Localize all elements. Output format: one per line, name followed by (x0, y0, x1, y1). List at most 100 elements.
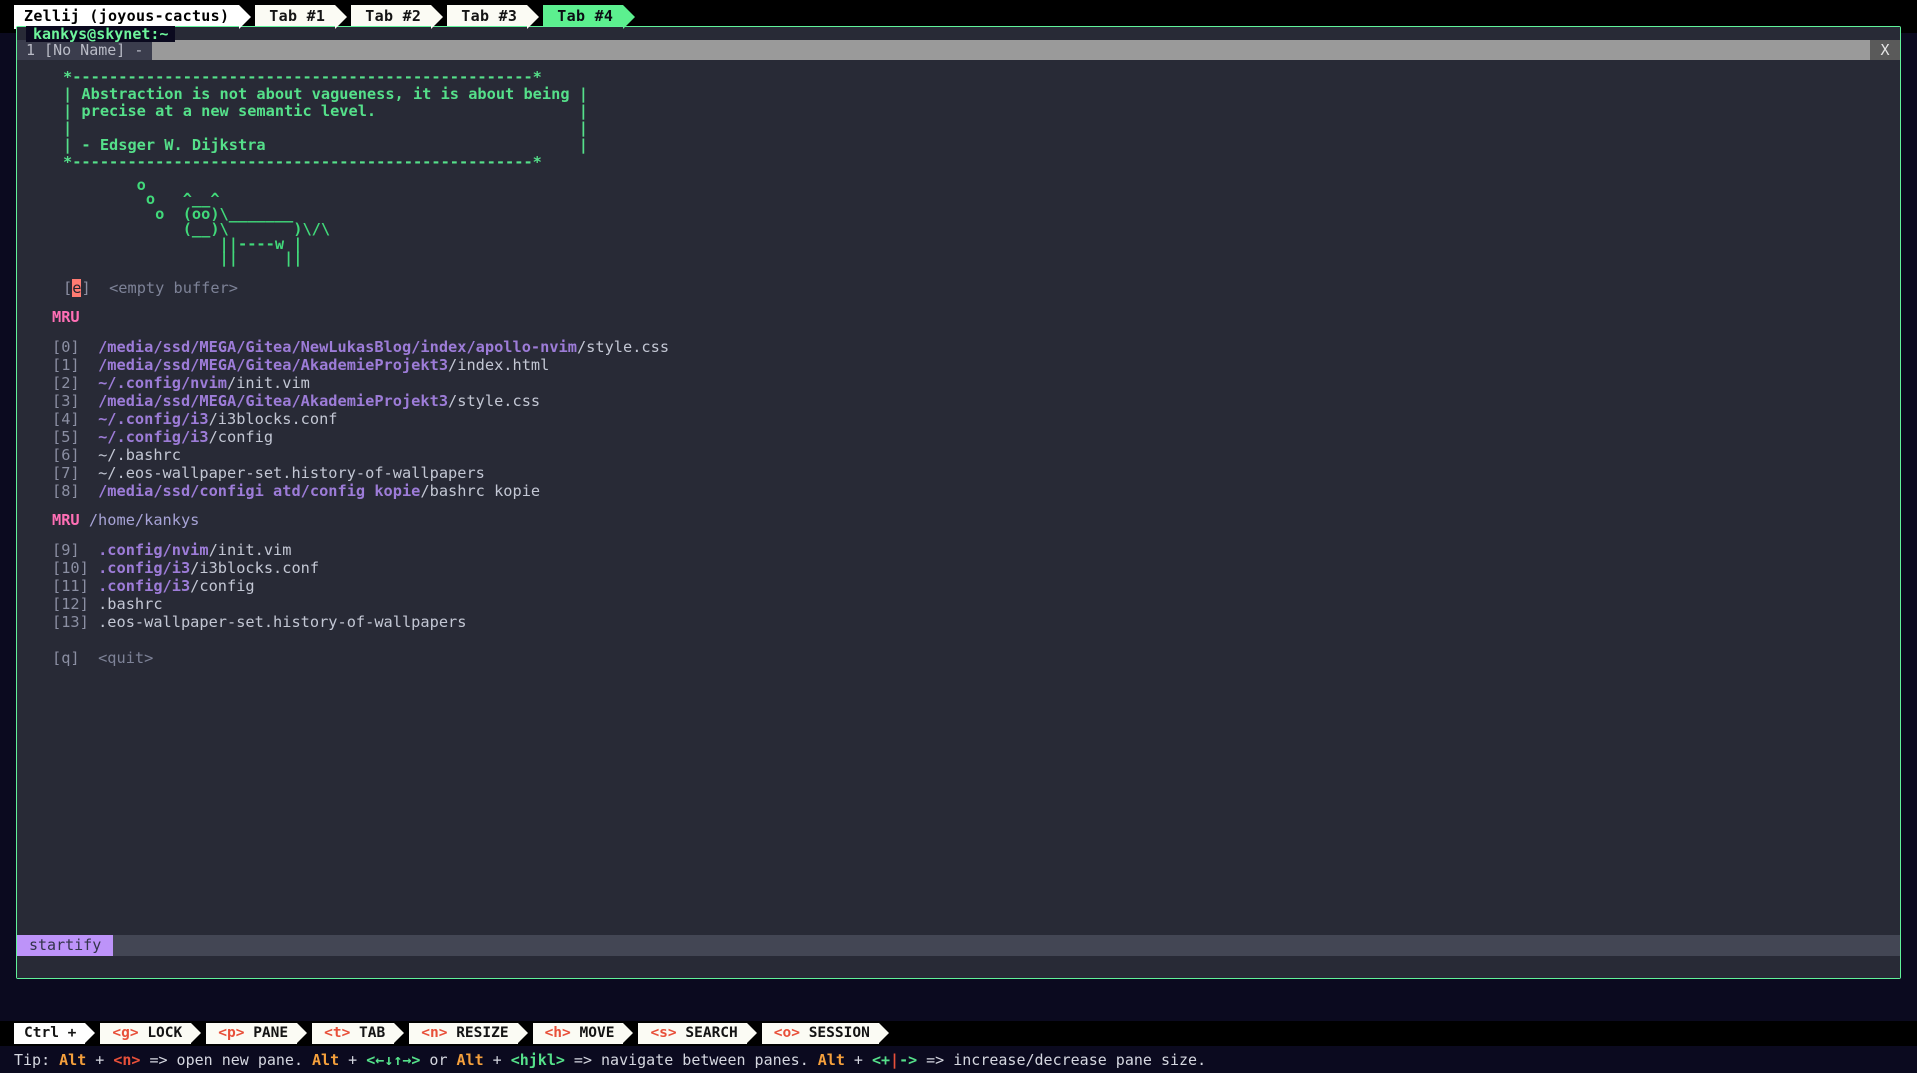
mru-heading-2-label: MRU (52, 511, 80, 529)
mru-entry-4-file: /i3blocks.conf (209, 410, 338, 428)
buffer-line-filler (152, 40, 1870, 60)
zellij-mode-move[interactable]: <h> MOVE (533, 1023, 624, 1044)
mru-heading-2: MRU /home/kankys (52, 513, 199, 528)
zellij-mode-tab[interactable]: <t> TAB (312, 1023, 394, 1044)
mru-entry-13-index: [13] (52, 613, 89, 631)
zellij-tab-4[interactable]: Tab #4 (543, 5, 623, 29)
mru-entry-9[interactable]: [9] .config/nvim/init.vim (52, 543, 291, 558)
mru-entry-3[interactable]: [3] /media/ssd/MEGA/Gitea/AkademieProjek… (52, 394, 540, 409)
chip-arrow-icon (239, 5, 251, 29)
tip-alt-3: Alt (457, 1051, 484, 1069)
mru-entry-0-dir: /media/ssd/MEGA/Gitea/NewLukasBlog/index… (98, 338, 577, 356)
zellij-mode-move-key: <h> (545, 1026, 571, 1041)
zellij-mode-move-label: MOVE (580, 1026, 615, 1041)
mru-entry-10-file: /i3blocks.conf (190, 559, 319, 577)
zellij-mode-search-key: <s> (650, 1026, 676, 1041)
buffer-tab-1[interactable]: 1 [No Name] - (17, 40, 152, 60)
zellij-mode-resize-key: <n> (421, 1026, 447, 1041)
zellij-tab-3-label: Tab #3 (461, 9, 517, 24)
close-icon[interactable]: X (1870, 40, 1900, 60)
mru-entry-13-file: .eos-wallpaper-set.history-of-wallpapers (98, 613, 466, 631)
statusline-mode-tab: startify (17, 935, 113, 956)
mru-heading-1: MRU (52, 310, 80, 325)
mru-entry-3-file: /style.css (448, 392, 540, 410)
mru-entry-8-index: [8] (52, 482, 80, 500)
mru-entry-5[interactable]: [5] ~/.config/i3/config (52, 430, 273, 445)
tip-seg-3: + (339, 1051, 366, 1069)
mru-entry-2[interactable]: [2] ~/.config/nvim/init.vim (52, 376, 310, 391)
nvim-buffer-line: 1 [No Name] - X (17, 40, 1900, 60)
zellij-tab-2[interactable]: Tab #2 (351, 5, 431, 29)
chip-arrow-icon (879, 1023, 889, 1043)
tip-seg-2: => open new pane. (140, 1051, 312, 1069)
tip-key-arrows: <←↓↑→> (366, 1051, 420, 1069)
zellij-mode-pane[interactable]: <p> PANE (206, 1023, 297, 1044)
session-name-label: Zellij (joyous-cactus) (24, 9, 229, 24)
tip-alt-1: Alt (59, 1051, 86, 1069)
zellij-mode-search[interactable]: <s> SEARCH (638, 1023, 746, 1044)
mru-entry-10-index: [10] (52, 559, 89, 577)
tip-key-hjkl: <hjkl> (511, 1051, 565, 1069)
startify-screen: *---------------------------------------… (17, 60, 1900, 978)
mru-entry-5-file: /config (209, 428, 273, 446)
zellij-prefix-chip: Ctrl + (14, 1023, 85, 1044)
cow-art-line-6: || || (63, 251, 302, 266)
zellij-mode-tab-key: <t> (324, 1026, 350, 1041)
zellij-mode-tab-label: TAB (359, 1026, 385, 1041)
startify-entry-empty-buffer[interactable]: [e] <empty buffer> (63, 281, 238, 296)
chip-arrow-icon (191, 1023, 201, 1043)
tip-seg-1: + (86, 1051, 113, 1069)
zellij-mode-session-key: <o> (774, 1026, 800, 1041)
mru-entry-7-index: [7] (52, 464, 80, 482)
mru-entry-2-dir: ~/.config/nvim (98, 374, 227, 392)
tip-key-1: <n> (113, 1051, 140, 1069)
mru-entry-7-file: ~/.eos-wallpaper-set.history-of-wallpape… (98, 464, 485, 482)
mru-entry-2-file: /init.vim (227, 374, 310, 392)
tip-seg-8: => increase/decrease pane size. (917, 1051, 1206, 1069)
chip-arrow-icon (623, 5, 635, 29)
zellij-mode-search-label: SEARCH (685, 1026, 737, 1041)
mru-entry-10[interactable]: [10] .config/i3/i3blocks.conf (52, 561, 319, 576)
zellij-tab-3[interactable]: Tab #3 (447, 5, 527, 29)
mru-entry-8-file: /bashrc kopie (420, 482, 540, 500)
zellij-mode-session[interactable]: <o> SESSION (762, 1023, 879, 1044)
mru-entry-13[interactable]: [13] .eos-wallpaper-set.history-of-wallp… (52, 615, 466, 630)
zellij-status-bar: Ctrl + <g> LOCK <p> PANE <t> TAB <n> RES… (0, 1021, 1917, 1073)
chip-arrow-icon (623, 1023, 633, 1043)
mru-entry-1[interactable]: [1] /media/ssd/MEGA/Gitea/AkademieProjek… (52, 358, 549, 373)
zellij-tip-row: Tip: Alt + <n> => open new pane. Alt + <… (14, 1049, 1206, 1071)
zellij-mode-lock[interactable]: <g> LOCK (100, 1023, 191, 1044)
mru-entry-4[interactable]: [4] ~/.config/i3/i3blocks.conf (52, 412, 338, 427)
mru-entry-2-index: [2] (52, 374, 80, 392)
tip-seg-7: + (845, 1051, 872, 1069)
pane-title: kankys@skynet:~ (26, 26, 175, 42)
mru-entry-8[interactable]: [8] /media/ssd/configi atd/config kopie/… (52, 484, 540, 499)
mru-entry-1-dir: /media/ssd/MEGA/Gitea/AkademieProjekt3 (98, 356, 448, 374)
quote-line-1: | Abstraction is not about vagueness, it… (63, 87, 588, 102)
close-label: X (1880, 43, 1889, 58)
tip-seg-6: => navigate between panes. (565, 1051, 818, 1069)
tip-key-plus: <+ (872, 1051, 890, 1069)
zellij-tab-4-label: Tab #4 (557, 9, 613, 24)
zellij-tab-1[interactable]: Tab #1 (255, 5, 335, 29)
zellij-mode-resize[interactable]: <n> RESIZE (409, 1023, 517, 1044)
chip-arrow-icon (431, 5, 443, 29)
mru-entry-4-dir: ~/.config/i3 (98, 410, 209, 428)
chip-arrow-icon (747, 1023, 757, 1043)
mru-entry-3-index: [3] (52, 392, 80, 410)
chip-arrow-icon (394, 1023, 404, 1043)
startify-entry-quit[interactable]: [q] <quit> (52, 651, 153, 666)
quit-label: <quit> (98, 649, 153, 667)
mru-entry-0[interactable]: [0] /media/ssd/MEGA/Gitea/NewLukasBlog/i… (52, 340, 669, 355)
mru-entry-7[interactable]: [7] ~/.eos-wallpaper-set.history-of-wall… (52, 466, 485, 481)
tip-alt-4: Alt (818, 1051, 845, 1069)
mru-entry-12[interactable]: [12] .bashrc (52, 597, 163, 612)
neovim-pane[interactable]: 1 [No Name] - X *-----------------------… (17, 27, 1900, 978)
chip-arrow-icon (527, 5, 539, 29)
mru-heading-2-path: /home/kankys (80, 511, 200, 529)
mru-entry-11[interactable]: [11] .config/i3/config (52, 579, 255, 594)
chip-arrow-icon (335, 5, 347, 29)
buffer-tab-1-label: 1 [No Name] - (26, 43, 143, 58)
chip-arrow-icon (518, 1023, 528, 1043)
mru-entry-6[interactable]: [6] ~/.bashrc (52, 448, 181, 463)
